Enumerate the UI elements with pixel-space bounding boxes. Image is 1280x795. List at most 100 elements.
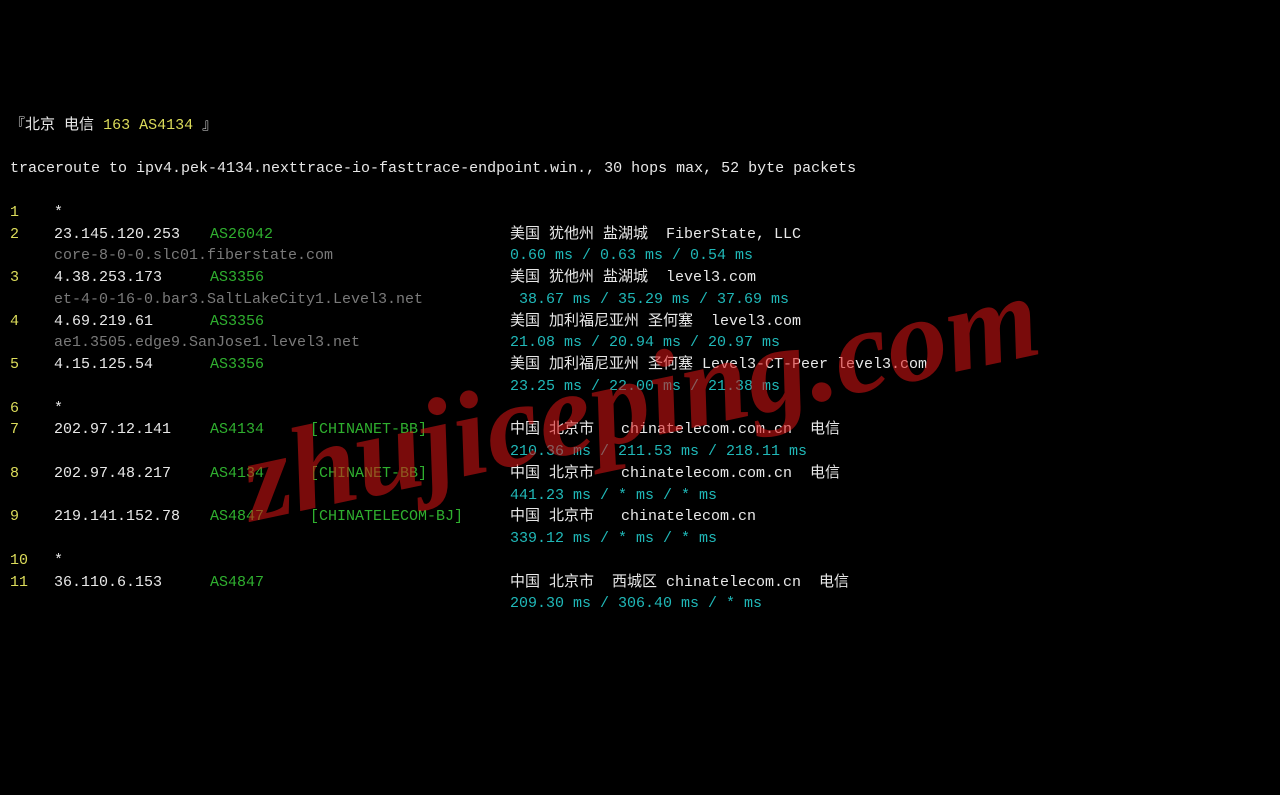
hop-hostname [54,528,510,550]
hop-ip: 4.38.253.173 [54,267,210,289]
hop-asn: AS4847 [210,572,310,594]
hop-latency: 21.08 ms / 20.94 ms / 20.97 ms [510,332,1270,354]
hop-tag: [CHINANET-BB] [310,463,510,485]
hop-asn: AS3356 [210,354,310,376]
hop-tag [310,354,510,376]
hop-subrow: core-8-0-0.slc01.fiberstate.com0.60 ms /… [10,245,1270,267]
hop-location-info [510,550,1270,572]
hop-tag [310,398,510,420]
hop-row: 8202.97.48.217AS4134[CHINANET-BB]中国 北京市 … [10,463,1270,485]
hop-number: 7 [10,419,54,441]
hop-tag [310,267,510,289]
hops-container: 1*223.145.120.253AS26042美国 犹他州 盐湖城 Fiber… [10,202,1270,615]
padding [10,376,54,398]
hop-location-info: 中国 北京市 西城区 chinatelecom.cn 电信 [510,572,1270,594]
hop-ip: 36.110.6.153 [54,572,210,594]
hop-row: 34.38.253.173AS3356美国 犹他州 盐湖城 level3.com [10,267,1270,289]
hop-row: 54.15.125.54AS3356 美国 加利福尼亚州 圣何塞 Level3-C… [10,354,1270,376]
hop-row: 9219.141.152.78AS4847[CHINATELECOM-BJ]中国… [10,506,1270,528]
hop-location-info [510,398,1270,420]
hop-location-info: 中国 北京市 chinatelecom.cn [510,506,1270,528]
hop-row: 44.69.219.61AS3356 美国 加利福尼亚州 圣何塞 level3.c… [10,311,1270,333]
hop-subrow: et-4-0-16-0.bar3.SaltLakeCity1.Level3.ne… [10,289,1270,311]
hop-ip: * [54,550,210,572]
terminal-output: 『北京 电信 163 AS4134 』 traceroute to ipv4.p… [10,93,1270,637]
hop-number: 8 [10,463,54,485]
hop-asn [210,550,310,572]
hop-ip: 202.97.48.217 [54,463,210,485]
hop-number: 5 [10,354,54,376]
hop-number: 9 [10,506,54,528]
hop-row: 1* [10,202,1270,224]
header-loc1: 北京 [25,117,55,134]
hop-subrow: 339.12 ms / * ms / * ms [10,528,1270,550]
hop-row: 7202.97.12.141AS4134[CHINANET-BB]中国 北京市 … [10,419,1270,441]
traceroute-command: traceroute to ipv4.pek-4134.nexttrace-io… [10,158,1270,180]
hop-tag [310,550,510,572]
hop-location-info: 美国 加利福尼亚州 圣何塞 Level3-CT-Peer level3.com [510,354,1270,376]
hop-location-info: 美国 加利福尼亚州 圣何塞 level3.com [510,311,1270,333]
hop-tag [310,311,510,333]
hop-ip: 23.145.120.253 [54,224,210,246]
hop-latency: 23.25 ms / 22.00 ms / 21.38 ms [510,376,1270,398]
hop-number: 2 [10,224,54,246]
hop-location-info [510,202,1270,224]
hop-subrow: 210.36 ms / 211.53 ms / 218.11 ms [10,441,1270,463]
hop-subrow: ae1.3505.edge9.SanJose1.level3.net21.08 … [10,332,1270,354]
padding [10,245,54,267]
hop-asn: AS4134 [210,419,310,441]
header-loc2: 电信 [64,117,94,134]
hop-latency: 0.60 ms / 0.63 ms / 0.54 ms [510,245,1270,267]
hop-asn [210,202,310,224]
hop-tag: [CHINANET-BB] [310,419,510,441]
padding [10,441,54,463]
hop-row: 1136.110.6.153AS4847 中国 北京市 西城区 chinatele… [10,572,1270,594]
hop-ip: 219.141.152.78 [54,506,210,528]
hop-tag [310,202,510,224]
bracket-open: 『 [10,117,25,134]
hop-number: 4 [10,311,54,333]
hop-asn: AS3356 [210,267,310,289]
hop-latency: 38.67 ms / 35.29 ms / 37.69 ms [510,289,1270,311]
padding [10,485,54,507]
hop-tag [310,572,510,594]
hop-latency: 441.23 ms / * ms / * ms [510,485,1270,507]
padding [10,289,54,311]
hop-hostname: core-8-0-0.slc01.fiberstate.com [54,245,510,267]
hop-hostname: et-4-0-16-0.bar3.SaltLakeCity1.Level3.ne… [54,289,510,311]
hop-asn [210,398,310,420]
hop-subrow: 23.25 ms / 22.00 ms / 21.38 ms [10,376,1270,398]
hop-tag: [CHINATELECOM-BJ] [310,506,510,528]
hop-asn: AS3356 [210,311,310,333]
hop-asn: AS4847 [210,506,310,528]
hop-location-info: 中国 北京市 chinatelecom.com.cn 电信 [510,463,1270,485]
hop-number: 6 [10,398,54,420]
hop-ip: * [54,398,210,420]
hop-number: 3 [10,267,54,289]
hop-latency: 209.30 ms / 306.40 ms / * ms [510,593,1270,615]
hop-row: 6* [10,398,1270,420]
hop-number: 11 [10,572,54,594]
header-asn: 163 AS4134 [103,117,193,134]
hop-hostname [54,376,510,398]
padding [10,528,54,550]
hop-latency: 210.36 ms / 211.53 ms / 218.11 ms [510,441,1270,463]
hop-number: 10 [10,550,54,572]
hop-asn: AS26042 [210,224,310,246]
hop-hostname: ae1.3505.edge9.SanJose1.level3.net [54,332,510,354]
hop-latency: 339.12 ms / * ms / * ms [510,528,1270,550]
hop-ip: 4.69.219.61 [54,311,210,333]
bracket-close: 』 [193,117,217,134]
hop-number: 1 [10,202,54,224]
hop-location-info: 中国 北京市 chinatelecom.com.cn 电信 [510,419,1270,441]
hop-hostname [54,441,510,463]
hop-asn: AS4134 [210,463,310,485]
hop-subrow: 441.23 ms / * ms / * ms [10,485,1270,507]
hop-row: 10* [10,550,1270,572]
header-line: 『北京 电信 163 AS4134 』 [10,115,1270,137]
hop-ip: 4.15.125.54 [54,354,210,376]
hop-tag [310,224,510,246]
hop-hostname [54,593,510,615]
padding [10,593,54,615]
hop-hostname [54,485,510,507]
